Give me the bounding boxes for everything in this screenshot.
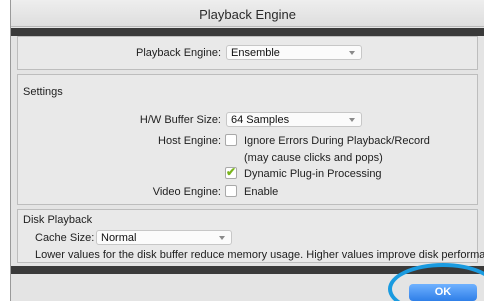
host-engine-label: Host Engine:	[158, 135, 221, 147]
disk-playback-panel: Disk Playback Cache Size: Normal Lower v…	[17, 209, 484, 263]
chevron-down-icon	[349, 51, 355, 55]
ignore-errors-label: Ignore Errors During Playback/Record	[244, 135, 430, 147]
buffer-size-value: 64 Samples	[231, 114, 290, 126]
disk-playback-heading: Disk Playback	[23, 214, 93, 226]
settings-panel: Settings H/W Buffer Size: 64 Samples Hos…	[17, 74, 478, 205]
chevron-down-icon	[219, 236, 225, 240]
playback-engine-value: Ensemble	[231, 47, 280, 59]
video-engine-label: Video Engine:	[152, 186, 221, 198]
playback-engine-select[interactable]: Ensemble	[226, 45, 362, 60]
buffer-size-label: H/W Buffer Size:	[139, 114, 221, 126]
ignore-errors-checkbox[interactable]	[225, 134, 237, 146]
title-bar[interactable]: Playback Engine	[11, 0, 484, 27]
chevron-down-icon	[349, 118, 355, 122]
playback-engine-dialog: Playback Engine Playback Engine: Ensembl…	[10, 0, 484, 301]
dynamic-plugin-checkbox[interactable]: ✔	[225, 165, 237, 179]
checkmark-icon: ✔	[226, 165, 237, 179]
video-enable-checkbox[interactable]	[225, 185, 237, 197]
settings-heading: Settings	[23, 86, 63, 98]
ignore-errors-note: (may cause clicks and pops)	[244, 152, 383, 164]
playback-engine-label: Playback Engine:	[136, 47, 221, 59]
cache-size-value: Normal	[101, 232, 137, 244]
separator-band	[11, 28, 484, 36]
buffer-size-select[interactable]: 64 Samples	[226, 112, 362, 127]
dynamic-plugin-label: Dynamic Plug-in Processing	[244, 168, 382, 180]
engine-panel: Playback Engine: Ensemble	[17, 36, 478, 70]
video-enable-label: Enable	[244, 186, 279, 198]
cache-size-select[interactable]: Normal	[96, 230, 232, 245]
window-title: Playback Engine	[199, 7, 296, 22]
cache-size-label: Cache Size:	[35, 232, 95, 244]
cache-size-note: Lower values for the disk buffer reduce …	[35, 249, 484, 261]
